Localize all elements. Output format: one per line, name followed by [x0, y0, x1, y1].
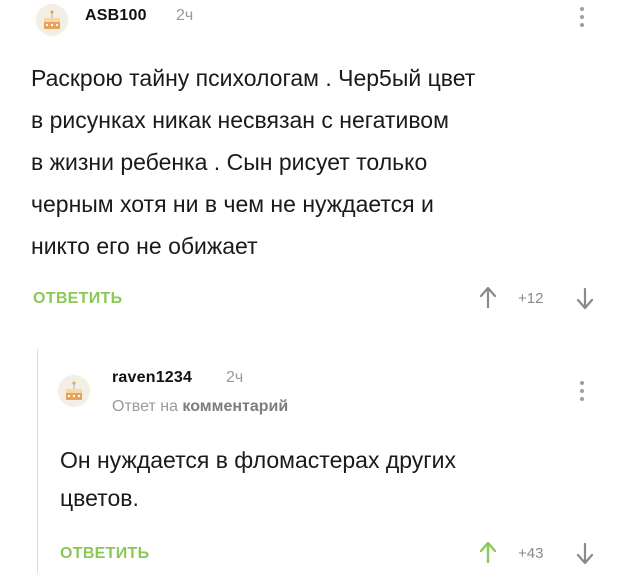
reply-to-label: Ответ на комментарий: [112, 398, 288, 416]
comment-text-line: в жизни ребенка . Сын рисует только: [31, 149, 428, 175]
more-vertical-icon[interactable]: [579, 381, 585, 405]
reply-button[interactable]: ОТВЕТИТЬ: [33, 290, 122, 308]
reply-to-link[interactable]: комментарий: [182, 398, 288, 415]
reply-button[interactable]: ОТВЕТИТЬ: [60, 545, 149, 563]
username[interactable]: raven1234: [112, 369, 192, 387]
arrow-down-icon[interactable]: [576, 288, 594, 310]
rating-count: +43: [518, 545, 544, 562]
arrow-up-icon[interactable]: [479, 541, 497, 563]
thread-line: [37, 349, 38, 573]
rating-count: +12: [518, 290, 544, 307]
comment-time: 2ч: [176, 7, 194, 24]
comment-text-line: Раскрою тайну психологам . Чер5ый цвет: [31, 65, 476, 91]
arrow-up-icon[interactable]: [479, 286, 497, 308]
comment-text-line: в рисунках никак несвязан с негативом: [31, 107, 449, 133]
username[interactable]: ASB100: [85, 7, 147, 25]
cake-avatar-icon[interactable]: [58, 375, 90, 407]
comment-text-line: никто его не обижает: [31, 233, 258, 259]
comment-text-line: Он нуждается в фломастерах других: [60, 447, 457, 473]
reply-to-prefix: Ответ на: [112, 398, 183, 415]
comment-text-line: цветов.: [60, 485, 139, 511]
more-vertical-icon[interactable]: [579, 7, 585, 31]
cake-avatar-icon[interactable]: [36, 4, 68, 36]
arrow-down-icon[interactable]: [576, 543, 594, 565]
comment-time: 2ч: [226, 369, 244, 386]
comment-text-line: черным хотя ни в чем не нуждается и: [31, 191, 434, 217]
